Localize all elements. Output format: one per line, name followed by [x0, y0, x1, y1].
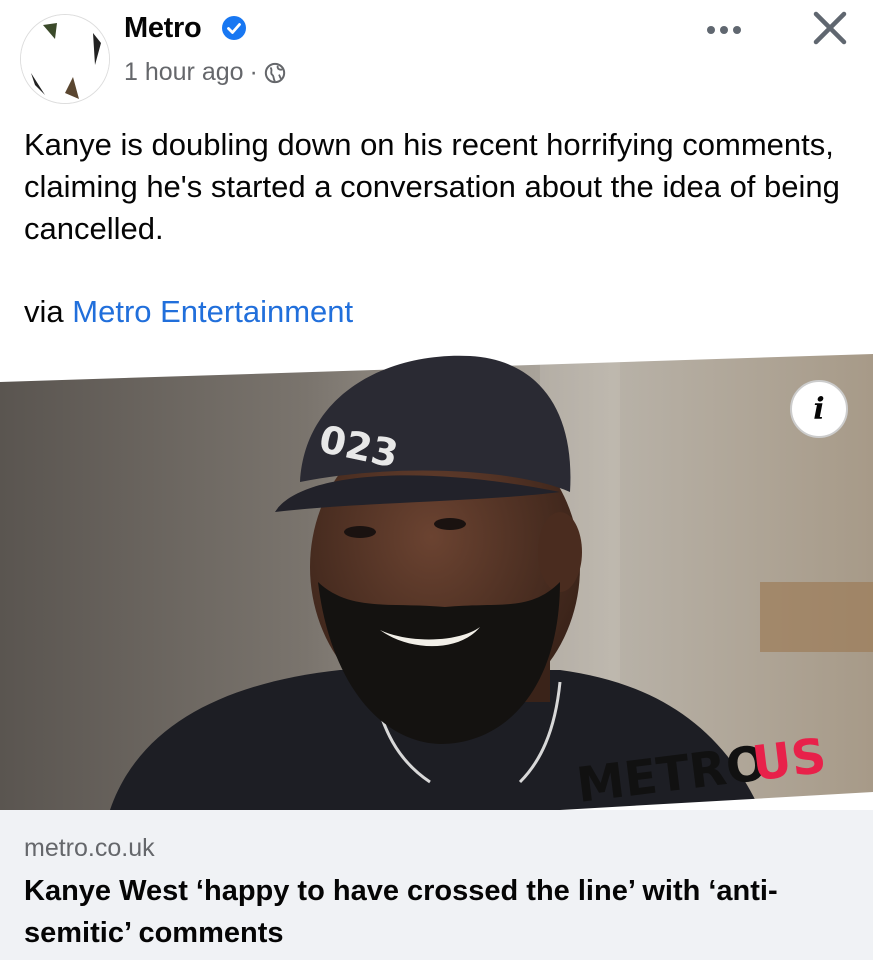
info-icon[interactable]: i: [790, 380, 848, 438]
post-meta: 1 hour ago ·: [124, 58, 286, 87]
meta-separator: ·: [249, 58, 258, 86]
page-avatar[interactable]: [20, 14, 110, 104]
via-link[interactable]: Metro Entertainment: [72, 294, 353, 329]
post-header: Metro 1 hour ago ·: [0, 0, 873, 110]
via-line: via Metro Entertainment: [24, 294, 353, 330]
close-icon[interactable]: [808, 6, 852, 50]
link-headline[interactable]: Kanye West ‘happy to have crossed the li…: [24, 870, 844, 954]
post-timestamp[interactable]: 1 hour ago: [124, 58, 244, 87]
verified-badge-icon: [222, 16, 246, 40]
page-name[interactable]: Metro: [124, 12, 202, 45]
more-options-icon[interactable]: [694, 18, 754, 42]
post-text: Kanye is doubling down on his recent hor…: [24, 127, 840, 246]
link-domain: metro.co.uk: [24, 834, 155, 862]
via-prefix: via: [24, 294, 64, 329]
link-preview-image[interactable]: 023 METRO US: [0, 352, 873, 810]
media-logo-part2: US: [749, 728, 829, 793]
globe-icon: [264, 62, 286, 83]
